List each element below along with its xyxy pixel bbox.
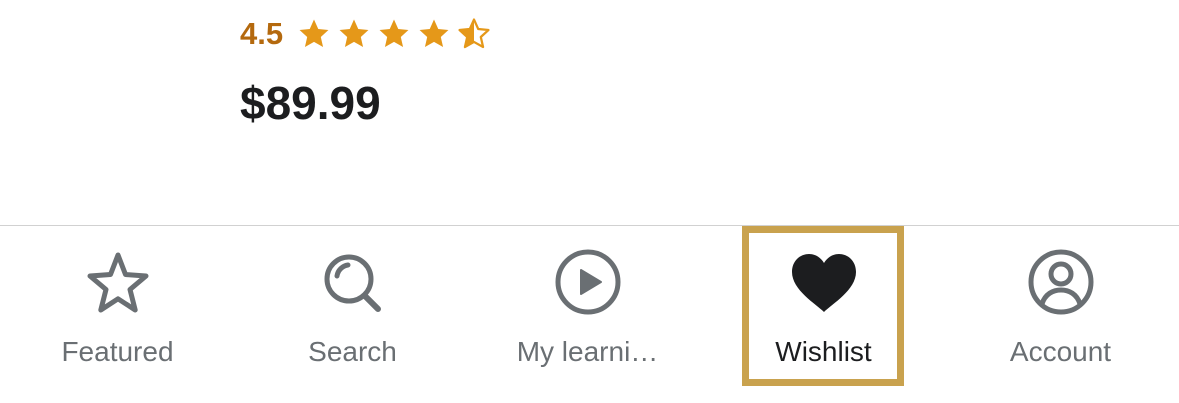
star-full-icon (299, 19, 329, 48)
rating-value: 4.5 (240, 16, 284, 51)
tab-wishlist[interactable]: Wishlist (706, 226, 941, 386)
tab-account-label: Account (1009, 336, 1112, 367)
star-half-icon (458, 18, 490, 49)
account-circle-icon (1028, 249, 1093, 315)
tab-wishlist-label: Wishlist (775, 336, 872, 367)
search-icon (324, 254, 381, 312)
tab-featured[interactable]: Featured (0, 226, 235, 386)
bottom-tab-bar: Featured Search My learni… Wishlist Acco… (0, 225, 1179, 403)
tab-featured-label: Featured (61, 336, 174, 367)
tab-search-label: Search (308, 336, 397, 367)
play-circle-icon (555, 249, 620, 315)
page: 4.5 $89.99 Featured Search My learni… Wi… (0, 0, 1179, 403)
course-price: $89.99 (240, 77, 381, 129)
tab-account[interactable]: Account (943, 226, 1178, 386)
star-full-icon (379, 19, 409, 48)
star-full-icon (419, 19, 449, 48)
rating-row: 4.5 (240, 14, 491, 54)
star-outline-icon (87, 252, 148, 313)
tab-my-learning-label: My learni… (516, 336, 659, 367)
rating-stars (297, 17, 491, 51)
tab-my-learning[interactable]: My learni… (470, 226, 705, 386)
tab-search[interactable]: Search (235, 226, 470, 386)
course-card[interactable]: 4.5 $89.99 (240, 0, 940, 225)
heart-filled-icon (791, 254, 856, 312)
star-full-icon (339, 19, 369, 48)
